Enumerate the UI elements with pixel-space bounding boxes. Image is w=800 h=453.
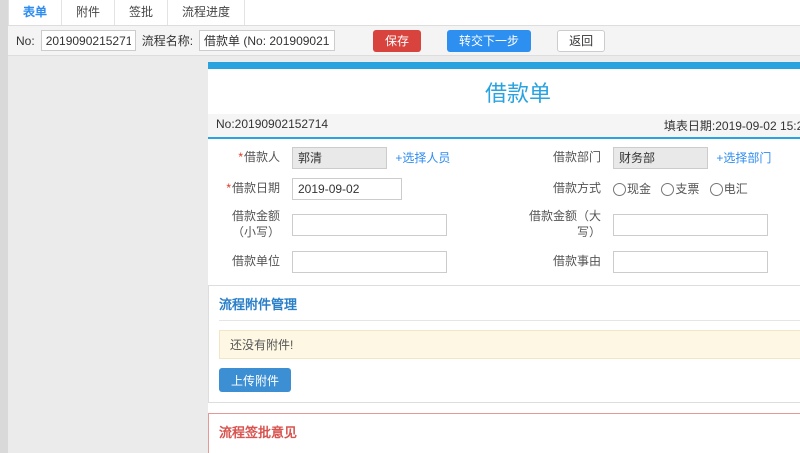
approval-section: 流程签批意见 B I abc A A ∞ ⚑ ≣ — [208, 413, 800, 453]
loan-unit-input[interactable] — [292, 250, 447, 273]
approval-section-title: 流程签批意见 — [219, 425, 298, 440]
upload-attachment-button[interactable]: 上传附件 — [219, 368, 292, 392]
cash-radio[interactable] — [613, 183, 626, 197]
page: 表单 附件 签批 流程进度 No: 流程名称: 保存 转交下一步 返回 借款单 … — [0, 0, 800, 453]
left-gutter — [0, 0, 8, 453]
loan-date-label: *借款日期 — [226, 180, 280, 195]
no-label: No: — [16, 33, 35, 48]
tab-progress[interactable]: 流程进度 — [168, 0, 246, 25]
loan-unit-label: 借款单位 — [231, 253, 280, 268]
loan-form-table: *借款人 +选择人员 借款部门 +选择部门 — [208, 142, 800, 277]
process-name-label: 流程名称: — [141, 34, 194, 48]
wire-radio[interactable] — [709, 183, 723, 197]
panel-top-accent-bar — [208, 62, 800, 69]
table-row: 借款金额（小写） 借款金额（大写） — [208, 204, 800, 246]
loan-reason-label: 借款事由 — [552, 253, 601, 268]
forward-next-step-button[interactable]: 转交下一步 — [447, 29, 532, 52]
select-department-link[interactable]: +选择部门 — [716, 151, 771, 165]
table-row: *借款人 +选择人员 借款部门 +选择部门 — [208, 142, 800, 173]
tab-form[interactable]: 表单 — [8, 0, 63, 25]
method-option-cash[interactable]: 现金 — [613, 182, 654, 197]
loan-method-label: 借款方式 — [552, 180, 601, 195]
back-button[interactable]: 返回 — [557, 29, 606, 52]
amount-small-label: 借款金额（小写） — [231, 209, 280, 239]
department-label: 借款部门 — [552, 149, 601, 164]
department-input[interactable] — [613, 146, 708, 169]
page-title: 借款单 — [484, 81, 551, 106]
borrower-label: *借款人 — [238, 149, 280, 164]
table-row: 借款单位 借款事由 — [208, 246, 800, 277]
method-option-check[interactable]: 支票 — [661, 182, 702, 197]
required-mark: * — [226, 180, 231, 195]
form-subheader: No:20190902152714 填表日期:2019-09-02 15:27:… — [208, 114, 800, 137]
attachments-section-title: 流程附件管理 — [219, 294, 800, 321]
content-area: 借款单 No:20190902152714 填表日期:2019-09-02 15… — [8, 56, 800, 453]
no-input[interactable] — [40, 30, 136, 51]
amount-small-input[interactable] — [292, 214, 447, 236]
tab-attachments[interactable]: 附件 — [62, 0, 116, 25]
select-person-link[interactable]: +选择人员 — [395, 151, 450, 165]
toolbar: No: 流程名称: 保存 转交下一步 返回 — [8, 26, 800, 56]
blue-divider — [208, 137, 800, 139]
borrower-input[interactable] — [292, 146, 387, 169]
tab-approval[interactable]: 签批 — [115, 0, 169, 25]
method-option-wire[interactable]: 电汇 — [709, 182, 748, 197]
amount-big-input[interactable] — [613, 214, 768, 236]
save-button[interactable]: 保存 — [373, 29, 422, 52]
main-column: 表单 附件 签批 流程进度 No: 流程名称: 保存 转交下一步 返回 借款单 … — [8, 0, 800, 453]
loan-date-input[interactable] — [292, 177, 402, 200]
process-name-input[interactable] — [199, 30, 336, 51]
tab-bar: 表单 附件 签批 流程进度 — [8, 0, 800, 26]
amount-big-label: 借款金额（大写） — [528, 209, 601, 239]
required-mark: * — [238, 149, 243, 164]
form-number-text: No:20190902152714 — [216, 117, 329, 131]
check-radio[interactable] — [661, 183, 675, 197]
table-row: *借款日期 借款方式 现金 支票 电汇 — [208, 173, 800, 204]
attachments-section: 流程附件管理 还没有附件! 上传附件 — [208, 285, 800, 403]
no-attachments-notice: 还没有附件! — [219, 330, 800, 359]
form-panel: 借款单 No:20190902152714 填表日期:2019-09-02 15… — [208, 62, 800, 453]
form-date-text: 填表日期:2019-09-02 15:27:1 — [663, 119, 800, 133]
loan-reason-input[interactable] — [613, 250, 768, 273]
